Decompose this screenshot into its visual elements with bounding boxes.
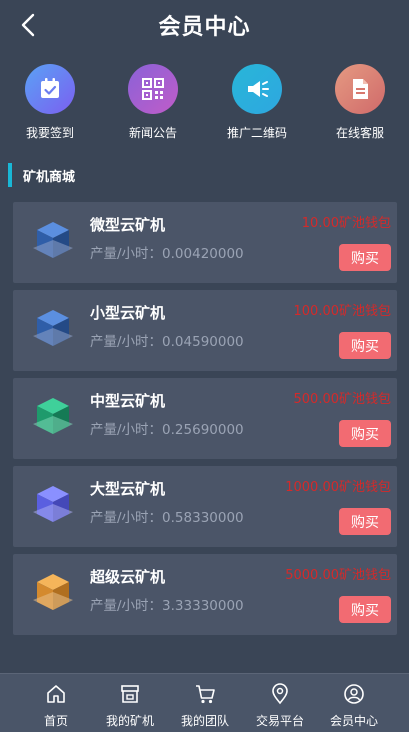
- miner-card: 大型云矿机 产量/小时：0.58330000 1000.00矿池钱包 购买: [13, 466, 397, 547]
- miner-price: 500.00矿池钱包: [293, 392, 392, 407]
- section-accent-bar: [8, 163, 12, 187]
- miner-rate: 产量/小时：0.58330000: [90, 510, 244, 526]
- miner-price: 10.00矿池钱包: [301, 216, 391, 231]
- miner-rate: 产量/小时：0.25690000: [90, 422, 244, 438]
- user-icon: [344, 684, 364, 704]
- miner-name: 中型云矿机: [90, 392, 166, 410]
- qr-code-icon: [128, 64, 178, 114]
- miner-name: 微型云矿机: [90, 216, 166, 234]
- buy-button[interactable]: 购买: [339, 244, 391, 271]
- tab-label: 我的团队: [180, 714, 229, 728]
- buy-button[interactable]: 购买: [339, 332, 391, 359]
- miner-price: 5000.00矿池钱包: [285, 568, 391, 583]
- tab-my-miners[interactable]: 我的矿机: [89, 674, 171, 732]
- server-cube-icon: [33, 574, 73, 610]
- back-arrow-icon[interactable]: [18, 13, 42, 37]
- quick-action-checkin[interactable]: 我要签到: [0, 64, 100, 141]
- tab-my-team[interactable]: 我的团队: [164, 674, 246, 732]
- miner-card: 小型云矿机 产量/小时：0.04590000 100.00矿池钱包 购买: [13, 290, 397, 371]
- server-cube-icon: [33, 398, 73, 434]
- quick-action-support[interactable]: 在线客服: [310, 64, 409, 141]
- miner-card: 中型云矿机 产量/小时：0.25690000 500.00矿池钱包 购买: [13, 378, 397, 459]
- buy-button[interactable]: 购买: [339, 420, 391, 447]
- tab-home[interactable]: 首页: [15, 674, 97, 732]
- page-title: 会员中心: [158, 15, 251, 40]
- miner-rate: 产量/小时：3.33330000: [90, 598, 244, 614]
- quick-action-label: 在线客服: [335, 126, 384, 140]
- miner-name: 小型云矿机: [90, 304, 166, 322]
- bottom-tab-bar: 首页 我的矿机 我的团队 交易平台 会员中心: [0, 673, 409, 732]
- miner-card: 微型云矿机 产量/小时：0.00420000 10.00矿池钱包 购买: [13, 202, 397, 283]
- quick-actions: 我要签到 新闻公告 推广二维码 在线客服: [0, 64, 409, 146]
- cart-icon: [196, 685, 215, 704]
- miner-rate: 产量/小时：0.04590000: [90, 334, 244, 350]
- home-icon: [47, 685, 65, 703]
- miner-name: 大型云矿机: [90, 480, 166, 498]
- miner-card: 超级云矿机 产量/小时：3.33330000 5000.00矿池钱包 购买: [13, 554, 397, 635]
- tab-member-center[interactable]: 会员中心: [313, 674, 395, 732]
- miner-price: 1000.00矿池钱包: [285, 480, 391, 495]
- quick-action-label: 新闻公告: [128, 126, 177, 140]
- tab-label: 我的矿机: [105, 714, 154, 728]
- section-title: 矿机商城: [23, 169, 76, 185]
- server-cube-icon: [33, 310, 73, 346]
- document-icon: [335, 64, 385, 114]
- location-icon: [272, 683, 288, 705]
- server-cube-icon: [33, 222, 73, 258]
- quick-action-promo-qr[interactable]: 推广二维码: [207, 64, 307, 141]
- tab-label: 会员中心: [329, 714, 378, 728]
- header: 会员中心: [0, 0, 409, 50]
- tab-label: 首页: [43, 714, 68, 728]
- megaphone-icon: [232, 64, 282, 114]
- miner-name: 超级云矿机: [90, 568, 166, 586]
- miner-rate: 产量/小时：0.00420000: [90, 246, 244, 262]
- server-cube-icon: [33, 486, 73, 522]
- tab-label: 交易平台: [255, 714, 304, 728]
- store-icon: [121, 685, 139, 703]
- miner-price: 100.00矿池钱包: [293, 304, 392, 319]
- quick-action-label: 推广二维码: [226, 126, 287, 140]
- quick-action-label: 我要签到: [25, 126, 74, 140]
- calendar-check-icon: [25, 64, 75, 114]
- quick-action-news[interactable]: 新闻公告: [103, 64, 203, 141]
- buy-button[interactable]: 购买: [339, 596, 391, 623]
- tab-trading[interactable]: 交易平台: [239, 674, 321, 732]
- section-header: 矿机商城: [0, 162, 409, 188]
- buy-button[interactable]: 购买: [339, 508, 391, 535]
